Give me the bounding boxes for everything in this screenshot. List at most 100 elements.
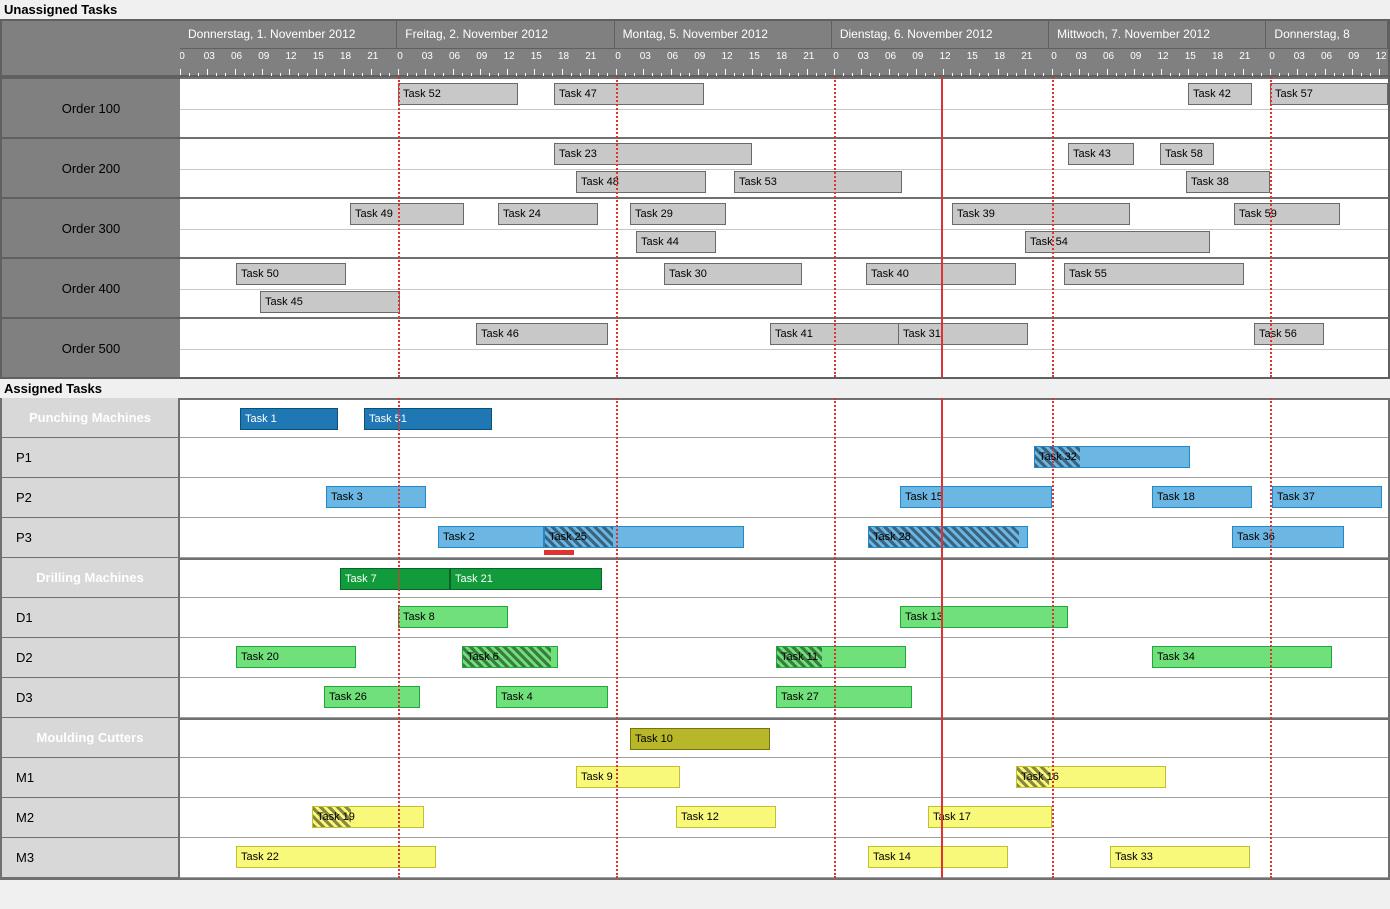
task-bar[interactable]: Task 13 bbox=[900, 606, 1068, 628]
task-bar[interactable]: Task 27 bbox=[776, 686, 912, 708]
machine-row-label[interactable]: P3 bbox=[2, 518, 180, 558]
task-bar[interactable]: Task 7 bbox=[340, 568, 450, 590]
task-bar[interactable]: Task 30 bbox=[664, 263, 802, 285]
hour-tick-minor bbox=[498, 73, 499, 76]
task-bar[interactable]: Task 17 bbox=[928, 806, 1052, 828]
task-bar[interactable]: Task 14 bbox=[868, 846, 1008, 868]
task-bar[interactable]: Task 43 bbox=[1068, 143, 1134, 165]
hour-tick-minor bbox=[407, 73, 408, 76]
machine-row-label[interactable]: M3 bbox=[2, 838, 180, 878]
task-bar[interactable]: Task 19 bbox=[312, 806, 424, 828]
order-row-label[interactable]: Order 300 bbox=[2, 197, 180, 257]
task-bar[interactable]: Task 51 bbox=[364, 408, 492, 430]
machine-group-label[interactable]: Moulding Cutters bbox=[2, 718, 180, 758]
task-bar[interactable]: Task 57 bbox=[1270, 83, 1388, 105]
task-bar[interactable]: Task 49 bbox=[350, 203, 464, 225]
hour-tick-minor bbox=[198, 73, 199, 76]
task-bar[interactable]: Task 4 bbox=[496, 686, 608, 708]
task-bar[interactable]: Task 16 bbox=[1016, 766, 1166, 788]
task-bar[interactable]: Task 56 bbox=[1254, 323, 1324, 345]
task-bar[interactable]: Task 54 bbox=[1025, 231, 1210, 253]
task-bar[interactable]: Task 1 bbox=[240, 408, 338, 430]
hour-tick bbox=[534, 69, 535, 75]
machine-row-label[interactable]: D2 bbox=[2, 638, 180, 678]
assigned-right-column[interactable]: Task 1 Task 51 Task 32 Task 3 Task 15 Task 18… bbox=[180, 398, 1388, 878]
hour-tick bbox=[589, 69, 590, 75]
hour-tick-minor bbox=[798, 73, 799, 76]
unassigned-right-column[interactable]: Donnerstag, 1. November 2012Freitag, 2. … bbox=[180, 21, 1388, 377]
hour-tick bbox=[316, 69, 317, 75]
hour-tick-minor bbox=[1125, 73, 1126, 76]
machine-row: Task 2Task 25 Task 28 Task 36 bbox=[180, 518, 1388, 558]
machine-group-label[interactable]: Punching Machines bbox=[2, 398, 180, 438]
task-bar[interactable]: Task 58 bbox=[1160, 143, 1214, 165]
task-bar[interactable]: Task 28 bbox=[868, 526, 1028, 548]
machine-group-label[interactable]: Drilling Machines bbox=[2, 558, 180, 598]
task-bar[interactable]: Task 29 bbox=[630, 203, 726, 225]
task-bar[interactable]: Task 53 bbox=[734, 171, 902, 193]
hour-tick-minor bbox=[952, 73, 953, 76]
task-bar[interactable]: Task 46 bbox=[476, 323, 608, 345]
hour-tick-minor bbox=[961, 73, 962, 76]
task-bar[interactable]: Task 47 bbox=[554, 83, 704, 105]
task-bar[interactable]: Task 40 bbox=[866, 263, 1016, 285]
task-bar[interactable]: Task 38 bbox=[1186, 171, 1270, 193]
task-bar[interactable]: Task 55 bbox=[1064, 263, 1244, 285]
hour-tick bbox=[453, 69, 454, 75]
task-bar[interactable]: Task 48 bbox=[576, 171, 706, 193]
task-bar[interactable]: Task 20 bbox=[236, 646, 356, 668]
task-bar[interactable]: Task 11 bbox=[776, 646, 906, 668]
order-row-label[interactable]: Order 100 bbox=[2, 77, 180, 137]
task-bar[interactable]: Task 22 bbox=[236, 846, 436, 868]
order-row-label[interactable]: Order 400 bbox=[2, 257, 180, 317]
task-bar[interactable]: Task 42 bbox=[1188, 83, 1252, 105]
machine-row-label[interactable]: P2 bbox=[2, 478, 180, 518]
task-bar[interactable]: Task 24 bbox=[498, 203, 598, 225]
task-bar[interactable]: Task 26 bbox=[324, 686, 420, 708]
order-row-label[interactable]: Order 200 bbox=[2, 137, 180, 197]
task-bar[interactable]: Task 10 bbox=[630, 728, 770, 750]
hour-tick-minor bbox=[1088, 73, 1089, 76]
hour-label: 21 bbox=[366, 51, 380, 62]
task-bar[interactable]: Task 36 bbox=[1232, 526, 1344, 548]
hour-label: 15 bbox=[747, 51, 761, 62]
task-bar[interactable]: Task 44 bbox=[636, 231, 716, 253]
task-bar[interactable]: Task 52 bbox=[398, 83, 518, 105]
task-bar[interactable]: Task 21 bbox=[450, 568, 602, 590]
hour-tick bbox=[889, 69, 890, 75]
order-row-label[interactable]: Order 500 bbox=[2, 317, 180, 377]
hour-tick bbox=[916, 69, 917, 75]
machine-row-label[interactable]: M1 bbox=[2, 758, 180, 798]
task-bar[interactable]: Task 2 bbox=[438, 526, 544, 548]
task-bar[interactable]: Task 6 bbox=[462, 646, 558, 668]
hour-tick bbox=[725, 69, 726, 75]
task-bar[interactable]: Task 15 bbox=[900, 486, 1052, 508]
machine-row-label[interactable]: D3 bbox=[2, 678, 180, 718]
machine-row-label[interactable]: M2 bbox=[2, 798, 180, 838]
task-bar[interactable]: Task 45 bbox=[260, 291, 400, 313]
hour-tick-minor bbox=[1370, 73, 1371, 76]
task-bar[interactable]: Task 59 bbox=[1234, 203, 1340, 225]
task-bar[interactable]: Task 25 bbox=[544, 526, 744, 548]
task-bar[interactable]: Task 33 bbox=[1110, 846, 1250, 868]
task-bar[interactable]: Task 50 bbox=[236, 263, 346, 285]
task-bar[interactable]: Task 23 bbox=[554, 143, 752, 165]
hour-label: 21 bbox=[1020, 51, 1034, 62]
task-bar[interactable]: Task 31 bbox=[898, 323, 1028, 345]
machine-row-label[interactable]: D1 bbox=[2, 598, 180, 638]
task-bar[interactable]: Task 41 bbox=[770, 323, 902, 345]
task-bar[interactable]: Task 39 bbox=[952, 203, 1130, 225]
task-bar[interactable]: Task 8 bbox=[398, 606, 508, 628]
task-bar[interactable]: Task 37 bbox=[1272, 486, 1382, 508]
task-bar[interactable]: Task 3 bbox=[326, 486, 426, 508]
task-bar[interactable]: Task 34 bbox=[1152, 646, 1332, 668]
task-bar[interactable]: Task 9 bbox=[576, 766, 680, 788]
task-bar[interactable]: Task 18 bbox=[1152, 486, 1252, 508]
task-bar[interactable]: Task 32 bbox=[1034, 446, 1190, 468]
timeline-header: Donnerstag, 1. November 2012Freitag, 2. … bbox=[180, 21, 1388, 77]
hour-tick-minor bbox=[1225, 73, 1226, 76]
machine-row-label[interactable]: P1 bbox=[2, 438, 180, 478]
hour-label: 18 bbox=[993, 51, 1007, 62]
hour-label: 06 bbox=[1320, 51, 1334, 62]
task-bar[interactable]: Task 12 bbox=[676, 806, 776, 828]
